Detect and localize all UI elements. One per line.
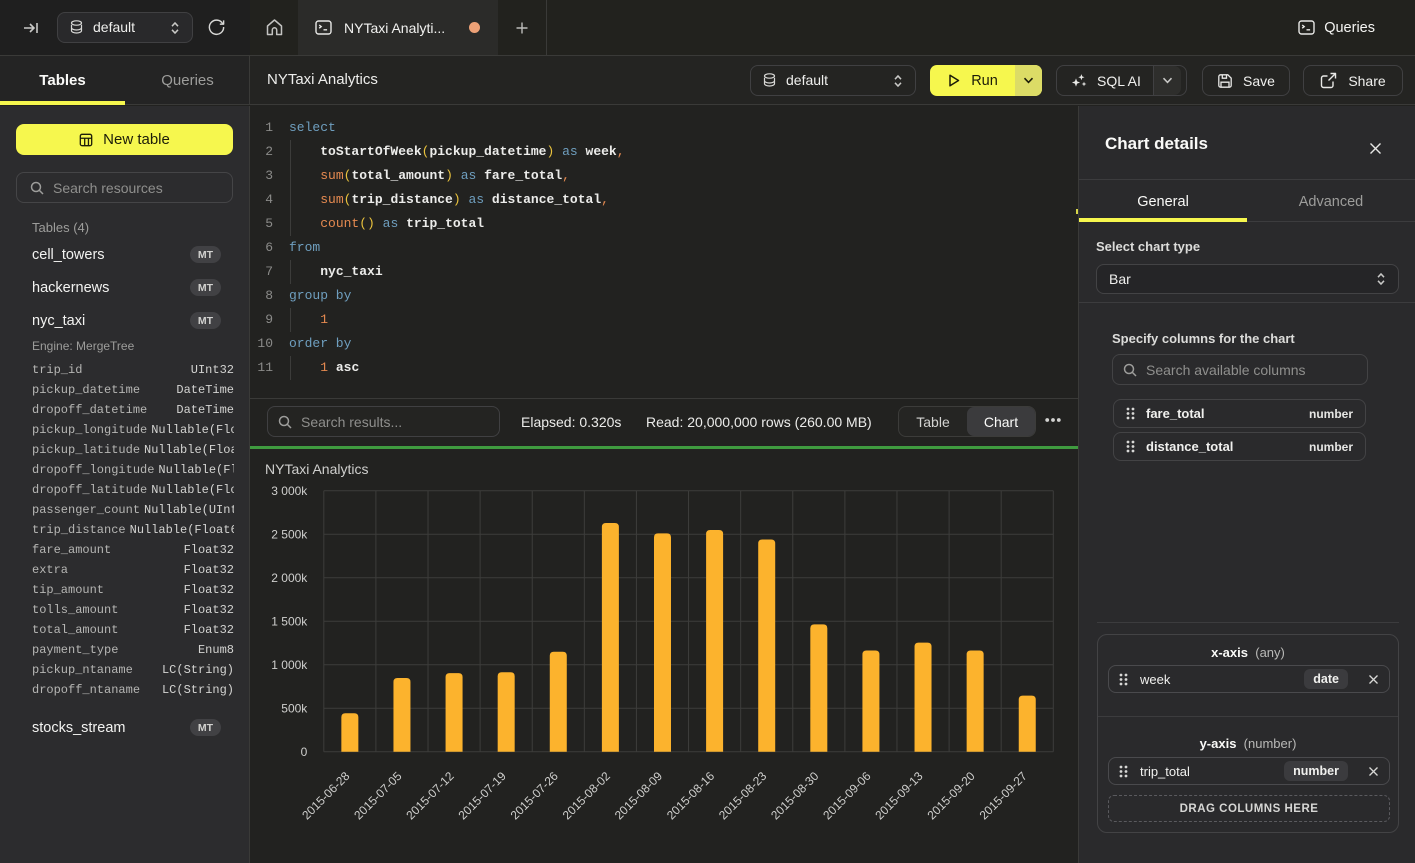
svg-text:500k: 500k	[281, 701, 308, 715]
svg-text:3 000k: 3 000k	[271, 484, 308, 498]
svg-text:2015-08-30: 2015-08-30	[768, 769, 822, 823]
svg-text:2015-08-02: 2015-08-02	[560, 769, 614, 823]
svg-text:2015-09-06: 2015-09-06	[820, 769, 874, 823]
svg-text:2015-09-27: 2015-09-27	[977, 769, 1031, 823]
svg-text:2 000k: 2 000k	[271, 571, 308, 585]
svg-text:2015-07-19: 2015-07-19	[455, 769, 509, 823]
svg-text:2 500k: 2 500k	[271, 527, 308, 541]
svg-text:2015-09-20: 2015-09-20	[924, 769, 978, 823]
svg-text:2015-06-28: 2015-06-28	[299, 769, 353, 823]
svg-text:1 000k: 1 000k	[271, 658, 308, 672]
svg-text:2015-07-26: 2015-07-26	[508, 769, 562, 823]
svg-text:2015-09-13: 2015-09-13	[872, 769, 926, 823]
svg-text:2015-07-05: 2015-07-05	[351, 769, 405, 823]
svg-text:2015-08-23: 2015-08-23	[716, 769, 770, 823]
svg-text:2015-08-09: 2015-08-09	[612, 769, 666, 823]
svg-text:0: 0	[301, 745, 308, 759]
svg-text:2015-07-12: 2015-07-12	[403, 769, 457, 823]
svg-text:1 500k: 1 500k	[271, 614, 308, 628]
svg-text:NYTaxi Analytics: NYTaxi Analytics	[265, 461, 368, 477]
svg-text:2015-08-16: 2015-08-16	[664, 769, 718, 823]
